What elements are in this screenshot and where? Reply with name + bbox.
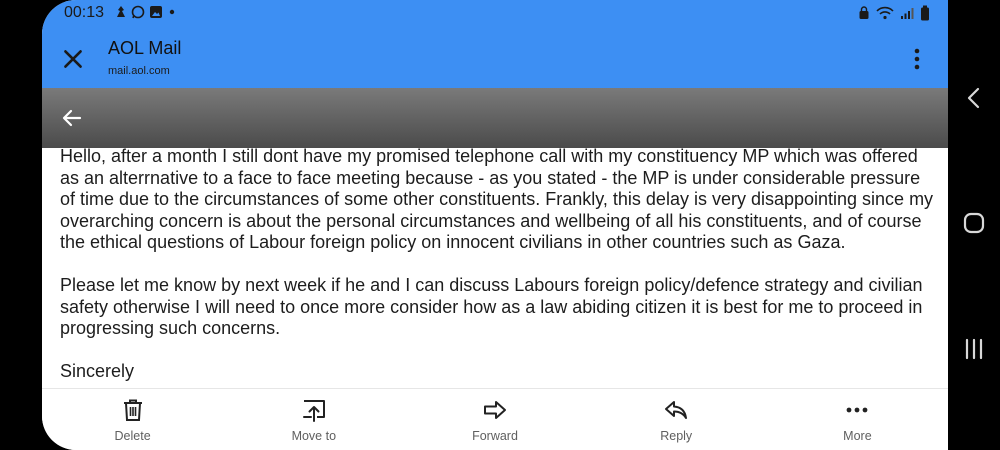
more-button[interactable]: More	[767, 389, 948, 450]
more-horizontal-icon	[847, 407, 868, 413]
reply-label: Reply	[660, 429, 693, 443]
app-title: AOL Mail	[108, 38, 182, 58]
app-url: mail.aol.com	[108, 65, 170, 77]
more-label: More	[843, 429, 872, 443]
reply-icon	[665, 401, 688, 419]
message-toolbar	[42, 88, 948, 148]
email-text: Hello, after a month I still dont have m…	[60, 148, 940, 388]
forward-label: Forward	[472, 429, 518, 443]
system-navigation-bar	[948, 0, 1000, 450]
notification-icons	[115, 5, 177, 19]
email-sign-off: Sincerely	[60, 361, 135, 381]
home-nav-icon[interactable]	[962, 211, 986, 235]
signal-icon	[901, 8, 914, 19]
battery-icon	[921, 5, 929, 21]
arrow-back-icon[interactable]	[60, 106, 84, 130]
phone-screen: 00:13 AOL Mail mail.aol.com Hello, after…	[42, 0, 948, 450]
game-icon	[117, 6, 125, 17]
message-body[interactable]: Hello, after a month I still dont have m…	[42, 148, 948, 388]
back-nav-icon[interactable]	[964, 86, 984, 110]
system-icons	[858, 5, 930, 21]
app-header: AOL Mail mail.aol.com	[42, 28, 948, 88]
status-time: 00:13	[64, 4, 105, 21]
status-bar: 00:13	[42, 0, 948, 28]
email-paragraph-1: Hello, after a month I still dont have m…	[60, 148, 934, 252]
vpn-lock-icon	[859, 6, 869, 19]
action-bar: Delete Move to Forward Reply More	[42, 388, 948, 450]
forward-button[interactable]: Forward	[404, 389, 585, 450]
move-to-icon	[302, 400, 325, 422]
trash-icon	[123, 399, 142, 421]
email-paragraph-2: Please let me know by next week if he an…	[60, 275, 923, 338]
forward-icon	[484, 401, 506, 419]
dot-icon	[169, 9, 175, 15]
move-to-label: Move to	[291, 429, 337, 443]
close-icon[interactable]	[60, 46, 86, 72]
reply-button[interactable]: Reply	[586, 389, 767, 450]
gallery-icon	[150, 6, 162, 18]
more-vertical-icon[interactable]	[908, 46, 926, 72]
delete-label: Delete	[114, 429, 151, 443]
whatsapp-icon	[131, 5, 145, 19]
move-to-button[interactable]: Move to	[223, 389, 404, 450]
delete-button[interactable]: Delete	[42, 389, 223, 450]
recent-apps-nav-icon[interactable]	[962, 338, 986, 360]
wifi-icon	[876, 6, 894, 20]
